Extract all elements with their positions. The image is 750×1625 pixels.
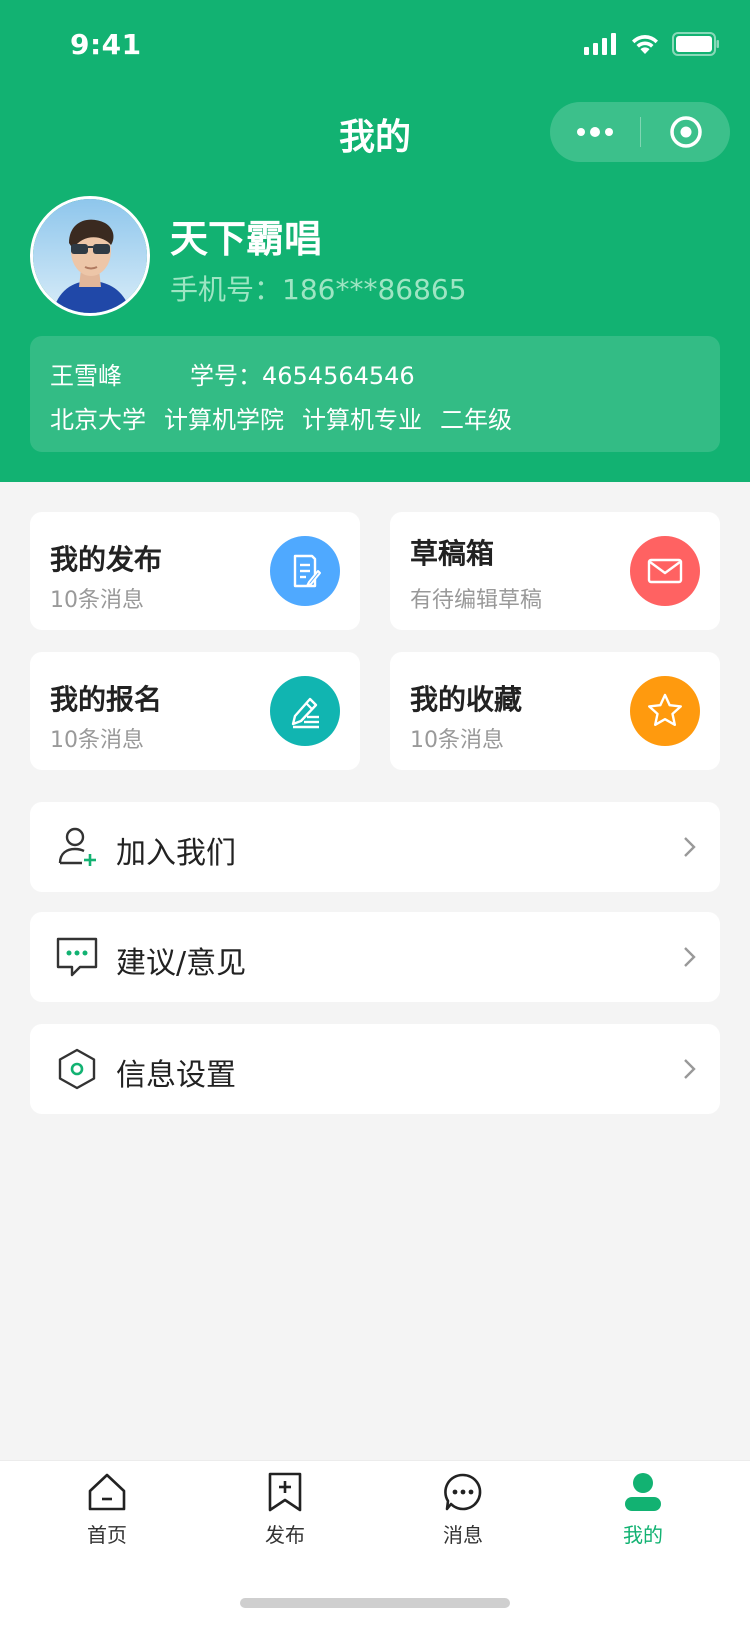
star-icon [630, 676, 700, 746]
document-edit-icon [270, 536, 340, 606]
card-title: 我的收藏 [410, 683, 523, 716]
card-subtitle: 10条消息 [410, 728, 504, 753]
card-subtitle: 10条消息 [50, 728, 144, 753]
card-title: 草稿箱 [410, 537, 495, 570]
tab-publish[interactable]: 发布 [225, 1471, 345, 1548]
battery-icon [672, 32, 719, 56]
card-title: 我的发布 [50, 543, 163, 576]
menu-label: 信息设置 [116, 1058, 236, 1093]
close-program-button[interactable] [641, 102, 730, 162]
more-button[interactable] [550, 102, 640, 162]
grade: 二年级 [440, 406, 512, 434]
tab-mine[interactable]: 我的 [583, 1471, 703, 1548]
chevron-right-icon [684, 1059, 696, 1079]
card-favorites[interactable]: 我的收藏 10条消息 [390, 652, 720, 770]
card-subtitle: 10条消息 [50, 588, 144, 613]
bookmark-add-icon [268, 1472, 302, 1512]
phone-value: 186***86865 [282, 273, 467, 306]
chevron-right-icon [684, 837, 696, 857]
tab-label: 发布 [265, 1523, 305, 1547]
hexagon-settings-icon [52, 1044, 102, 1094]
menu-label: 加入我们 [116, 836, 236, 871]
student-id-label: 学号： [190, 362, 262, 390]
tab-label: 首页 [87, 1523, 127, 1547]
add-user-icon [52, 822, 102, 872]
tab-messages[interactable]: 消息 [403, 1471, 523, 1548]
target-icon [669, 116, 702, 148]
message-icon [444, 1473, 482, 1511]
status-icons [584, 30, 720, 58]
menu-join-us[interactable]: 加入我们 [30, 802, 720, 892]
mini-program-capsule [550, 102, 730, 162]
student-id: 学号：4654564546 [190, 356, 415, 391]
student-info-box: 王雪峰 学号：4654564546 北京大学 计算机学院 计算机专业 二年级 [30, 336, 720, 452]
envelope-icon [630, 536, 700, 606]
card-subtitle: 有待编辑草稿 [410, 588, 543, 613]
wifi-icon [632, 35, 658, 54]
student-id-value: 4654564546 [262, 362, 415, 390]
signal-icon [584, 33, 616, 55]
pen-list-icon [270, 676, 340, 746]
tab-label: 消息 [443, 1523, 483, 1547]
card-my-posts[interactable]: 我的发布 10条消息 [30, 512, 360, 630]
avatar[interactable] [30, 196, 150, 316]
avatar-photo [33, 199, 147, 313]
university: 北京大学 [50, 406, 146, 434]
school-info: 北京大学 计算机学院 计算机专业 二年级 [50, 400, 512, 435]
tab-home[interactable]: 首页 [47, 1471, 167, 1548]
profile-header: 9:41 我的 天下霸唱 手机号：186***86865 王雪峰 学号：4654… [0, 0, 750, 482]
card-my-signups[interactable]: 我的报名 10条消息 [30, 652, 360, 770]
tab-label: 我的 [623, 1523, 663, 1547]
chat-bubble-icon [52, 932, 102, 982]
user-icon [625, 1473, 661, 1511]
card-title: 我的报名 [50, 683, 163, 716]
home-icon [88, 1473, 126, 1511]
real-name: 王雪峰 [50, 362, 122, 390]
phone-label: 手机号： [170, 273, 283, 306]
menu-feedback[interactable]: 建议/意见 [30, 912, 720, 1002]
card-drafts[interactable]: 草稿箱 有待编辑草稿 [390, 512, 720, 630]
phone-number: 手机号：186***86865 [170, 268, 467, 308]
menu-settings[interactable]: 信息设置 [30, 1024, 720, 1114]
major: 计算机专业 [302, 406, 422, 434]
menu-label: 建议/意见 [116, 946, 247, 981]
college: 计算机学院 [164, 406, 284, 434]
chevron-right-icon [684, 947, 696, 967]
more-dots-icon [577, 127, 613, 137]
home-indicator [240, 1598, 510, 1608]
username: 天下霸唱 [170, 217, 323, 261]
status-time: 9:41 [70, 28, 142, 61]
